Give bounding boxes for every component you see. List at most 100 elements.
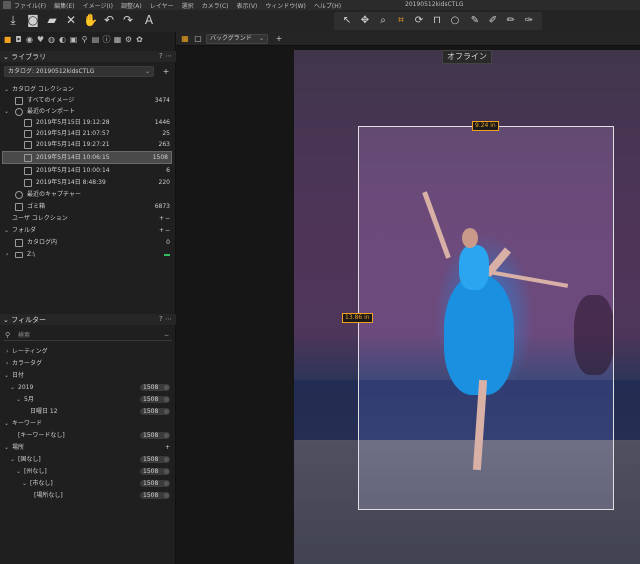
- color-tab-icon[interactable]: ◍: [46, 35, 57, 45]
- no-state-row[interactable]: ⌄ [州なし] 1508: [0, 466, 176, 477]
- spot-icon[interactable]: ○: [448, 14, 462, 28]
- metadata-tab-icon[interactable]: ⓘ: [101, 35, 112, 45]
- menu-camera[interactable]: カメラ(C): [202, 1, 229, 10]
- day-row[interactable]: 日曜日 12 1508: [0, 406, 176, 417]
- redo-icon[interactable]: ↷: [121, 13, 135, 27]
- chevron-down-icon: ⌄: [4, 86, 10, 93]
- no-keyword-row[interactable]: [キーワードなし] 1508: [0, 430, 176, 441]
- menu-layer[interactable]: レイヤー: [150, 1, 174, 10]
- viewer-tab-bar: ▦ ▢ バックグランド ⌄ +: [176, 32, 640, 46]
- library-header[interactable]: ⌄ ライブラリ ? ⋯: [0, 51, 176, 62]
- menu-adjust[interactable]: 調整(A): [121, 1, 142, 10]
- crop-icon[interactable]: ⌗: [394, 14, 408, 28]
- import-icon[interactable]: ⤓: [6, 13, 20, 27]
- left-panel: ■ ◘ ◉ ♥ ◍ ◐ ▣ ⚲ ▤ ⓘ ▦ ⚙ ✿ ⌄ ライブラリ ? ⋯ カタ…: [0, 32, 176, 564]
- library-tab-icon[interactable]: ■: [2, 35, 13, 45]
- batch-tab-icon[interactable]: ⚙: [123, 35, 134, 45]
- chevron-down-icon: ⌄: [4, 372, 10, 379]
- reset-hand-icon[interactable]: ✋: [83, 13, 98, 27]
- text-icon[interactable]: A: [142, 13, 156, 27]
- library-header-actions[interactable]: ? ⋯: [159, 52, 172, 60]
- exposure-tab-icon[interactable]: ◐: [57, 35, 68, 45]
- all-images-row[interactable]: すべてのイメージ 3474: [0, 95, 176, 106]
- chevron-down-icon: ⌄: [4, 420, 10, 427]
- folders-row[interactable]: ⌄ フォルダ + −: [0, 225, 176, 236]
- browser-icon[interactable]: ▰: [45, 13, 59, 27]
- pointer-icon[interactable]: ↖: [340, 14, 354, 28]
- loupe-icon[interactable]: ⌕: [376, 14, 390, 28]
- recent-captures-row[interactable]: 最近のキャプチャー: [0, 189, 176, 200]
- rotate-icon[interactable]: ⟳: [412, 14, 426, 28]
- import-folder-icon: [24, 141, 32, 149]
- menu-help[interactable]: ヘルプ(H): [314, 1, 341, 10]
- list-item[interactable]: 2019年5月14日 21:07:57 25: [0, 128, 176, 139]
- brush-icon[interactable]: ✐: [486, 14, 500, 28]
- layers-tab-icon[interactable]: ▣: [68, 35, 79, 45]
- close-icon[interactable]: ✕: [64, 13, 78, 27]
- app-icon[interactable]: [3, 1, 11, 9]
- capture-tab-icon[interactable]: ◘: [13, 35, 24, 45]
- catalog-collection-row[interactable]: ⌄ カタログ コレクション: [0, 84, 176, 95]
- import-folder-icon: [24, 130, 32, 138]
- lens-tab-icon[interactable]: ◉: [24, 35, 35, 45]
- keystone-icon[interactable]: ⊓: [430, 14, 444, 28]
- no-country-row[interactable]: ⌄ [国なし] 1508: [0, 454, 176, 465]
- year-row[interactable]: ⌄ 2019 1508: [0, 382, 176, 393]
- gradient-icon[interactable]: ✏: [504, 14, 518, 28]
- clear-search-button[interactable]: −: [164, 330, 169, 341]
- drive-row[interactable]: › Z:\: [0, 249, 176, 260]
- recent-imports-row[interactable]: ⌄ 最近のインポート: [0, 106, 176, 117]
- list-item[interactable]: 2019年5月14日 8:48:39 220: [0, 177, 176, 188]
- add-catalog-button[interactable]: +: [162, 67, 170, 76]
- catalog-folder-row[interactable]: カタログ内 0: [0, 237, 176, 248]
- user-collection-row[interactable]: ユーザ コレクション + −: [0, 213, 176, 224]
- month-row[interactable]: ⌄ 5月 1508: [0, 394, 176, 405]
- pan-icon[interactable]: ✥: [358, 14, 372, 28]
- filter-header-actions[interactable]: ? ⋯: [159, 315, 172, 323]
- details-tab-icon[interactable]: ⚲: [79, 35, 90, 45]
- filter-header[interactable]: ⌄ フィルター ? ⋯: [0, 314, 176, 325]
- list-item-selected[interactable]: 2019年5月14日 10:06:15 1508: [2, 151, 172, 164]
- menu-view[interactable]: 表示(V): [236, 1, 257, 10]
- styles-tab-icon[interactable]: ✿: [134, 35, 145, 45]
- color-tag-row[interactable]: › カラータグ: [0, 358, 176, 369]
- add-collection-button[interactable]: +: [159, 213, 164, 224]
- remove-collection-button[interactable]: −: [165, 213, 170, 224]
- camera-icon[interactable]: ◙: [26, 13, 40, 27]
- add-folder-button[interactable]: +: [159, 225, 164, 236]
- menu-select[interactable]: 選択: [182, 1, 194, 10]
- menu-edit[interactable]: 編集(E): [54, 1, 74, 10]
- trash-row[interactable]: ゴミ箱 6873: [0, 201, 176, 212]
- catalog-select[interactable]: カタログ: 20190512kidsCTLG ⌄: [4, 66, 154, 77]
- list-item[interactable]: 2019年5月15日 19:12:28 1446: [0, 117, 176, 128]
- keyword-row[interactable]: ⌄ キーワード: [0, 418, 176, 429]
- menu-window[interactable]: ウィンドウ(W): [265, 1, 306, 10]
- chevron-down-icon: ⌄: [4, 227, 10, 234]
- rating-row[interactable]: › レーティング: [0, 346, 176, 357]
- list-item[interactable]: 2019年5月14日 10:00:14 6: [0, 165, 176, 176]
- undo-icon[interactable]: ↶: [102, 13, 116, 27]
- favorites-tab-icon[interactable]: ♥: [35, 35, 46, 45]
- clock-icon: [15, 191, 23, 199]
- no-place-row[interactable]: [場所なし] 1508: [0, 490, 176, 501]
- list-item[interactable]: 2019年5月14日 19:27:21 263: [0, 139, 176, 150]
- grid-view-icon[interactable]: ▦: [180, 34, 190, 44]
- single-view-icon[interactable]: ▢: [193, 34, 203, 44]
- eyedropper-icon[interactable]: ✎: [468, 14, 482, 28]
- no-city-row[interactable]: ⌄ [市なし] 1508: [0, 478, 176, 489]
- adjust-tab-icon[interactable]: ▤: [90, 35, 101, 45]
- menu-image[interactable]: イメージ(I): [83, 1, 113, 10]
- remove-folder-button[interactable]: −: [165, 225, 170, 236]
- filter-search[interactable]: ⚲ 検索 −: [4, 330, 172, 341]
- annotate-icon[interactable]: ✑: [522, 14, 536, 28]
- location-row[interactable]: ⌄ 場所 +: [0, 442, 176, 453]
- crop-frame[interactable]: [358, 126, 614, 510]
- add-view-button[interactable]: +: [274, 34, 284, 44]
- date-row[interactable]: ⌄ 日付: [0, 370, 176, 381]
- menu-file[interactable]: ファイル(F): [14, 1, 46, 10]
- count-pill: 1508: [140, 432, 170, 439]
- output-tab-icon[interactable]: ▦: [112, 35, 123, 45]
- add-location-button[interactable]: +: [165, 442, 170, 453]
- background-select[interactable]: バックグランド ⌄: [206, 34, 268, 44]
- chevron-down-icon: ⌄: [4, 108, 10, 115]
